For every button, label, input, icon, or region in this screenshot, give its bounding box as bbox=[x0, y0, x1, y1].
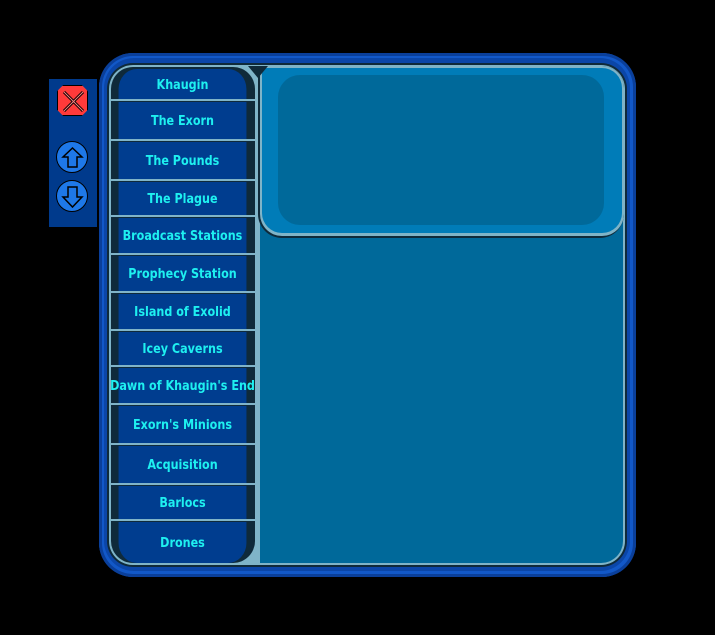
list-separator bbox=[111, 99, 255, 101]
list-item[interactable]: The Plague bbox=[118, 182, 247, 216]
list-item[interactable]: The Pounds bbox=[118, 142, 247, 180]
list-item[interactable]: Drones bbox=[118, 522, 247, 563]
list-separator bbox=[111, 139, 255, 141]
list-separator bbox=[111, 443, 255, 445]
list-item[interactable]: The Exorn bbox=[118, 102, 247, 140]
list-separator bbox=[111, 291, 255, 293]
list-separator bbox=[111, 179, 255, 181]
close-icon bbox=[62, 90, 85, 113]
list-item[interactable]: Dawn of Khaugin's End bbox=[111, 368, 255, 404]
list-item[interactable]: Broadcast Stations bbox=[118, 218, 247, 254]
list-item[interactable]: Acquisition bbox=[118, 446, 247, 484]
arrow-up-icon bbox=[61, 146, 84, 168]
list-item[interactable]: Barlocs bbox=[118, 486, 247, 520]
list-item[interactable]: Island of Exolid bbox=[118, 294, 247, 330]
list-separator bbox=[111, 403, 255, 405]
list-item[interactable]: Icey Caverns bbox=[118, 332, 247, 366]
close-button[interactable] bbox=[57, 85, 88, 116]
list-separator bbox=[111, 483, 255, 485]
list-item[interactable]: Prophecy Station bbox=[118, 256, 247, 292]
list-separator bbox=[111, 519, 255, 521]
location-list: Khaugin The Exorn The Pounds The Plague Broa… bbox=[111, 67, 255, 563]
list-separator bbox=[111, 329, 255, 331]
info-box-display bbox=[278, 75, 604, 225]
scroll-down-button[interactable] bbox=[56, 180, 88, 212]
scroll-up-button[interactable] bbox=[56, 141, 88, 173]
list-separator bbox=[111, 365, 255, 367]
list-separator bbox=[111, 215, 255, 217]
arrow-down-icon bbox=[61, 186, 84, 209]
list-item[interactable]: Khaugin bbox=[118, 69, 247, 100]
list-separator bbox=[111, 253, 255, 255]
list-item[interactable]: Exorn's Minions bbox=[118, 406, 247, 444]
